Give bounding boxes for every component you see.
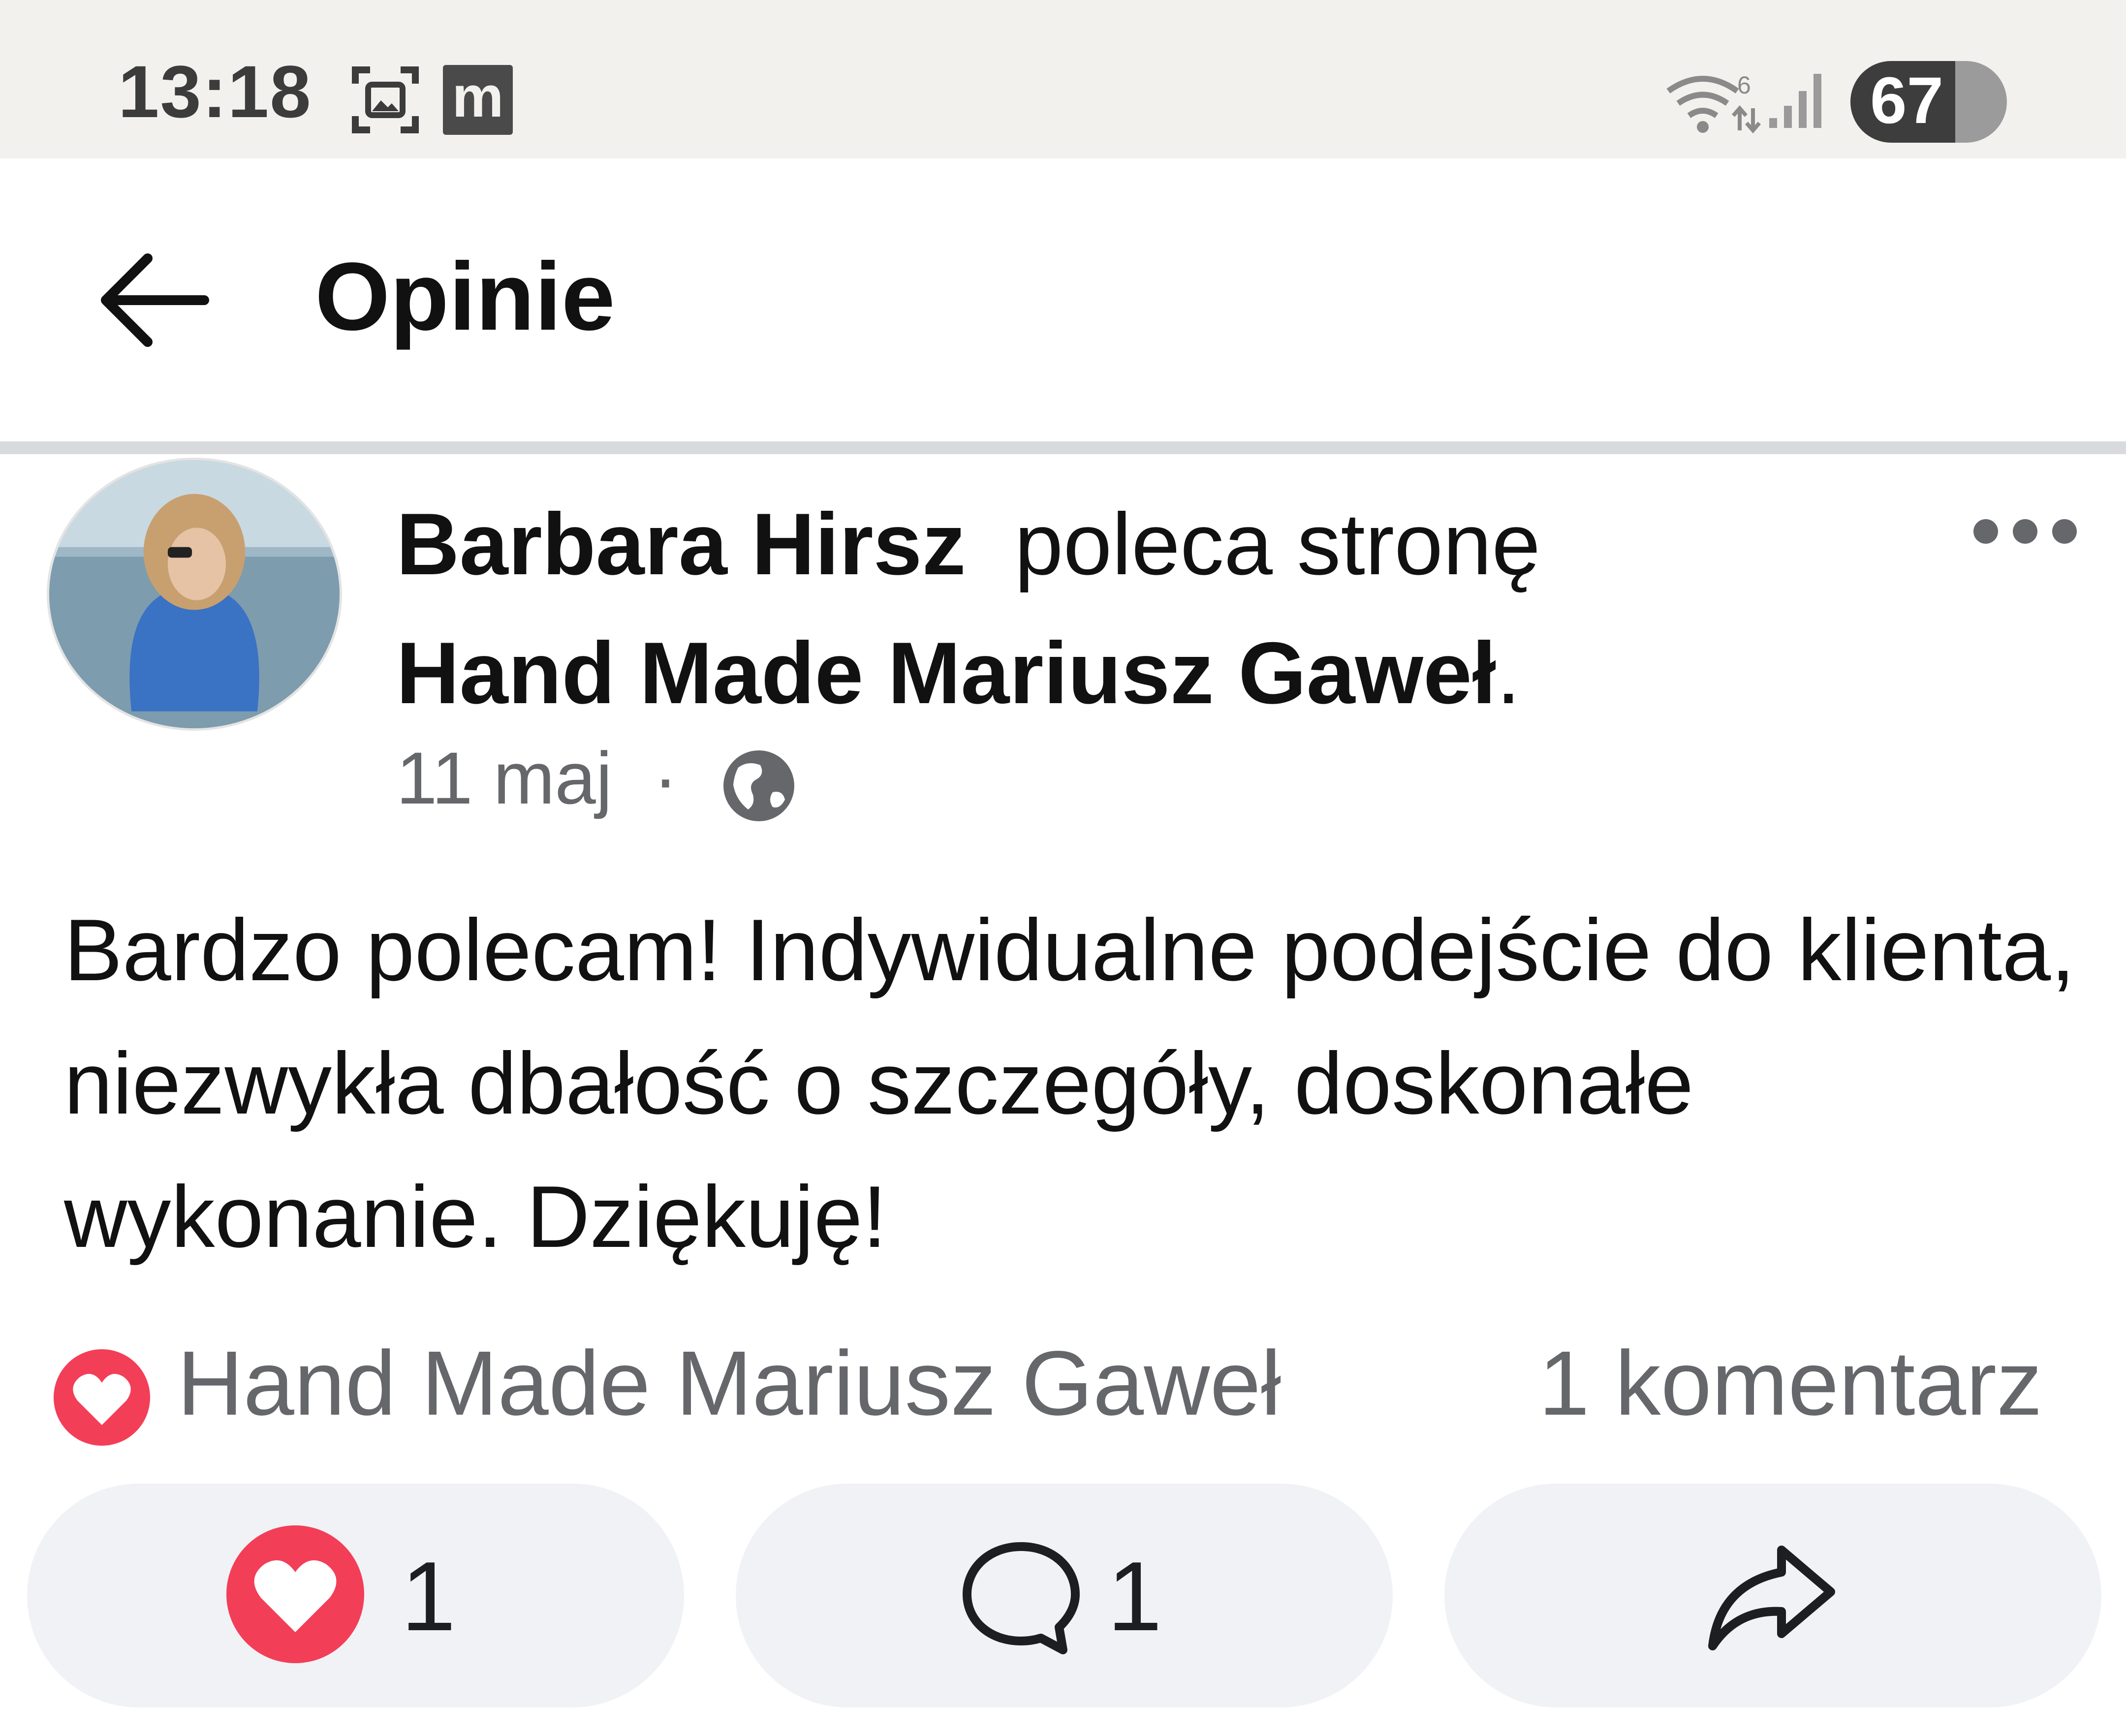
comment-icon: [963, 1542, 1080, 1654]
status-time: 13:18: [118, 50, 312, 133]
love-reaction-icon[interactable]: [52, 1347, 153, 1448]
more-options-icon[interactable]: [1969, 512, 2082, 551]
battery-level: 67: [1870, 64, 1944, 137]
screenshot-icon: [352, 66, 419, 133]
battery-charging-icon: 67: [1850, 61, 2007, 143]
page-name-link[interactable]: Hand Made Mariusz Gaweł: [396, 624, 1496, 722]
header-divider: [0, 441, 2126, 454]
globe-icon: [723, 750, 794, 821]
meta-separator: ·: [653, 737, 678, 819]
m-icon: m: [443, 65, 513, 135]
arrow-left-icon[interactable]: [94, 246, 212, 354]
author-name[interactable]: Barbara Hirsz: [396, 495, 966, 593]
post-date[interactable]: 11 maj: [396, 737, 612, 819]
reactions-summary[interactable]: Hand Made Mariusz Gaweł: [177, 1331, 1281, 1436]
avatar-photo: [49, 460, 340, 728]
like-count: 1: [401, 1542, 456, 1651]
heart-icon: [226, 1525, 364, 1663]
signal-icon: [1769, 74, 1821, 128]
post-title: Barbara Hirsz poleca stronę Hand Made Mar…: [396, 480, 1823, 738]
post-body: Bardzo polecam! Indywidualne podejście d…: [64, 901, 2075, 1266]
share-icon: [1708, 1546, 1835, 1650]
wifi-icon: 6: [1666, 71, 1761, 134]
page-title: Opinie: [315, 243, 615, 350]
title-period: .: [1496, 624, 1521, 722]
svg-text:6: 6: [1737, 71, 1751, 99]
post-action-text: poleca stronę: [1014, 495, 1541, 593]
avatar[interactable]: [47, 458, 342, 731]
post-meta: 11 maj ·: [396, 736, 678, 821]
comments-summary[interactable]: 1 komentarz: [1539, 1331, 2042, 1436]
comment-count: 1: [1107, 1542, 1162, 1651]
